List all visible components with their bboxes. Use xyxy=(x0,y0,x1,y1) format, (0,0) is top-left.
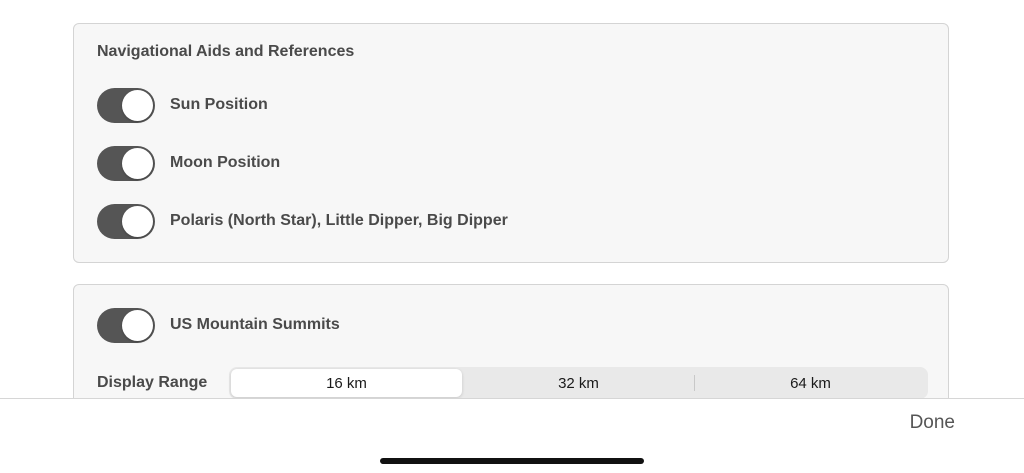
moon-position-row: Moon Position xyxy=(97,145,280,181)
polaris-label: Polaris (North Star), Little Dipper, Big… xyxy=(170,212,508,229)
settings-page: Navigational Aids and References Sun Pos… xyxy=(0,0,1024,473)
range-option-32km[interactable]: 32 km xyxy=(463,369,694,397)
mountain-summits-toggle[interactable] xyxy=(97,307,155,343)
mountain-summits-label: US Mountain Summits xyxy=(170,316,340,333)
toggle-knob xyxy=(122,205,153,237)
section-title: Navigational Aids and References xyxy=(97,43,355,60)
range-option-64km[interactable]: 64 km xyxy=(695,369,926,397)
toggle-knob xyxy=(122,89,153,121)
sun-position-toggle[interactable] xyxy=(97,87,155,123)
polaris-row: Polaris (North Star), Little Dipper, Big… xyxy=(97,203,508,239)
sun-position-row: Sun Position xyxy=(97,87,268,123)
display-range-label: Display Range xyxy=(97,374,208,391)
range-option-16km[interactable]: 16 km xyxy=(231,369,462,397)
polaris-toggle[interactable] xyxy=(97,203,155,239)
toggle-knob xyxy=(122,147,153,179)
toggle-knob xyxy=(122,309,153,341)
navigational-aids-card: Navigational Aids and References Sun Pos… xyxy=(73,23,949,263)
display-range-segmented-control: 16 km 32 km 64 km xyxy=(229,367,928,399)
mountain-summits-row: US Mountain Summits xyxy=(97,307,340,343)
moon-position-toggle[interactable] xyxy=(97,145,155,181)
bottom-toolbar: Done xyxy=(0,398,1024,473)
done-button[interactable]: Done xyxy=(910,412,955,434)
moon-position-label: Moon Position xyxy=(170,154,281,171)
sun-position-label: Sun Position xyxy=(170,96,268,113)
home-indicator xyxy=(380,458,644,464)
display-range-row: Display Range 16 km 32 km 64 km xyxy=(97,367,928,399)
